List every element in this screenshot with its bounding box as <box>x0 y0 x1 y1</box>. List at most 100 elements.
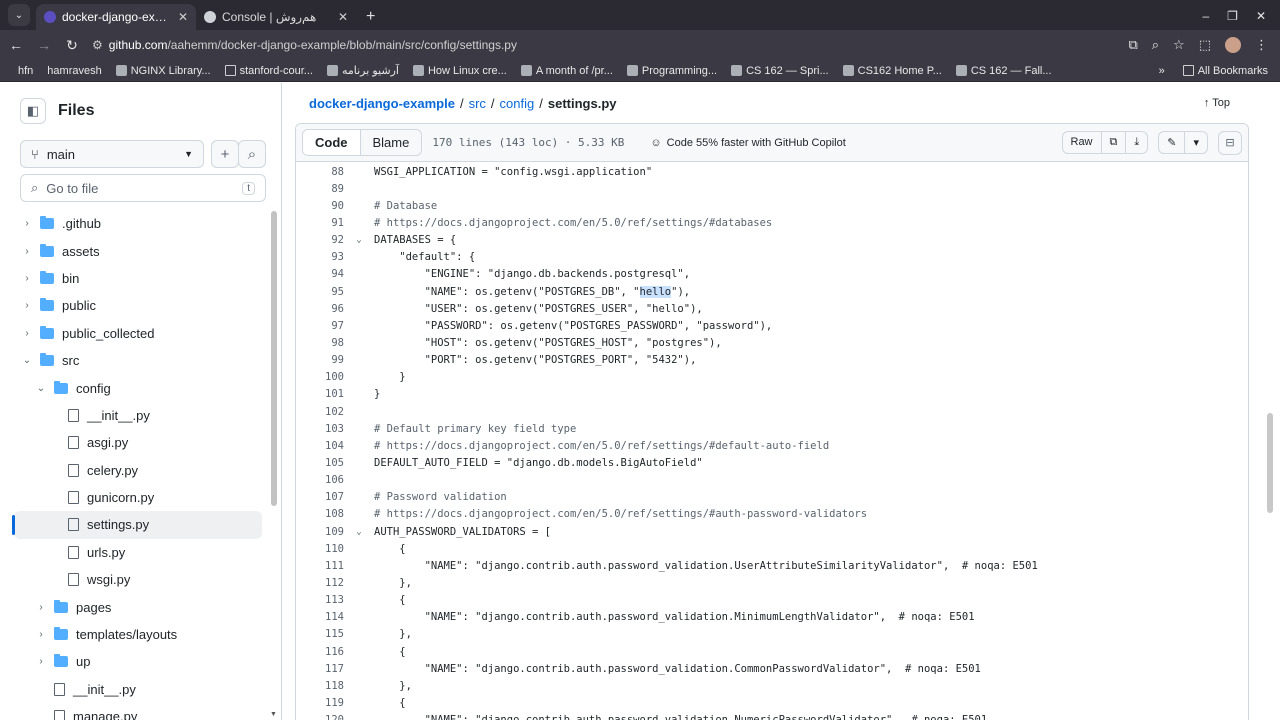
line-number[interactable]: 105 <box>296 457 344 469</box>
tree-file[interactable]: asgi.py <box>14 429 262 456</box>
code-line[interactable]: 90 # Database <box>296 197 1248 214</box>
forward-icon[interactable]: → <box>32 37 56 53</box>
code-line[interactable]: 96 "USER": os.getenv("POSTGRES_USER", "h… <box>296 300 1248 317</box>
line-number[interactable]: 120 <box>296 714 344 720</box>
line-number[interactable]: 96 <box>296 303 344 315</box>
copy-icon[interactable]: ⧉ <box>1102 132 1127 153</box>
collapse-sidebar-button[interactable]: ◧ <box>20 98 46 124</box>
tree-file[interactable]: wsgi.py <box>14 566 262 593</box>
tree-file[interactable]: __init__.py <box>14 402 262 429</box>
bookmark-item[interactable]: CS162 Home P... <box>842 65 942 77</box>
line-number[interactable]: 93 <box>296 251 344 263</box>
bookmark-item[interactable]: stanford-cour... <box>224 65 313 77</box>
line-number[interactable]: 112 <box>296 577 344 589</box>
back-icon[interactable]: ← <box>4 37 28 53</box>
bookmark-item[interactable]: How Linux cre... <box>412 65 507 77</box>
tree-folder[interactable]: ⌄ src <box>14 347 262 374</box>
reload-icon[interactable]: ↻ <box>60 37 84 54</box>
line-number[interactable]: 100 <box>296 371 344 383</box>
code-line[interactable]: 88 WSGI_APPLICATION = "config.wsgi.applic… <box>296 163 1248 180</box>
chevron-down-icon[interactable]: ▾ <box>1185 132 1207 153</box>
line-number[interactable]: 110 <box>296 543 344 555</box>
tree-folder[interactable]: › pages <box>14 593 262 620</box>
code-line[interactable]: 118 }, <box>296 677 1248 694</box>
bookmark-item[interactable]: hfn <box>18 65 33 77</box>
code-line[interactable]: 107 # Password validation <box>296 489 1248 506</box>
line-number[interactable]: 109 <box>296 526 344 538</box>
code-line[interactable]: 105 DEFAULT_AUTO_FIELD = "django.db.model… <box>296 454 1248 471</box>
branch-selector[interactable]: ⑂ main ▼ <box>20 140 204 168</box>
code-line[interactable]: 95 "NAME": os.getenv("POSTGRES_DB", "hel… <box>296 283 1248 300</box>
line-number[interactable]: 117 <box>296 663 344 675</box>
line-number[interactable]: 90 <box>296 200 344 212</box>
new-tab-button[interactable]: + <box>366 8 375 26</box>
line-number[interactable]: 89 <box>296 183 344 195</box>
tree-folder[interactable]: › bin <box>14 265 262 292</box>
minimize-icon[interactable]: – <box>1202 9 1209 23</box>
line-number[interactable]: 103 <box>296 423 344 435</box>
tree-folder[interactable]: › assets <box>14 237 262 264</box>
url-field[interactable]: ⚙ github.com/aahemm/docker-django-exampl… <box>92 38 517 52</box>
code-line[interactable]: 110 { <box>296 540 1248 557</box>
line-number[interactable]: 98 <box>296 337 344 349</box>
scroll-down-arrow-icon[interactable]: ▼ <box>270 711 277 718</box>
code-line[interactable]: 104 # https://docs.djangoproject.com/en/5… <box>296 437 1248 454</box>
line-number[interactable]: 115 <box>296 628 344 640</box>
code-line[interactable]: 91 # https://docs.djangoproject.com/en/5.… <box>296 214 1248 231</box>
tree-file[interactable]: gunicorn.py <box>14 484 262 511</box>
code-line[interactable]: 98 "HOST": os.getenv("POSTGRES_HOST", "p… <box>296 334 1248 351</box>
install-app-icon[interactable]: ⧉ <box>1128 37 1137 53</box>
tree-file[interactable]: __init__.py <box>14 676 262 703</box>
line-number[interactable]: 101 <box>296 388 344 400</box>
tree-folder[interactable]: › up <box>14 648 262 675</box>
code-line[interactable]: 115 }, <box>296 626 1248 643</box>
bookmark-item[interactable]: hamravesh <box>47 65 101 77</box>
chevron-right-icon[interactable]: › <box>22 328 32 339</box>
tree-file[interactable]: celery.py <box>14 457 262 484</box>
code-line[interactable]: 113 { <box>296 592 1248 609</box>
tab-search-menu[interactable]: ⌄ <box>8 4 30 26</box>
line-number[interactable]: 88 <box>296 166 344 178</box>
page-scrollbar[interactable] <box>1267 413 1273 513</box>
line-number[interactable]: 108 <box>296 508 344 520</box>
fold-chevron-icon[interactable]: ⌄ <box>344 527 374 537</box>
tree-file[interactable]: urls.py <box>14 539 262 566</box>
line-number[interactable]: 102 <box>296 406 344 418</box>
code-line[interactable]: 109 ⌄ AUTH_PASSWORD_VALIDATORS = [ <box>296 523 1248 540</box>
all-bookmarks-button[interactable]: All Bookmarks <box>1182 65 1268 77</box>
chevron-right-icon[interactable]: › <box>22 273 32 284</box>
top-link[interactable]: ↑ Top <box>1204 97 1230 109</box>
breadcrumb-src-link[interactable]: src <box>469 96 486 111</box>
close-tab-icon[interactable]: ✕ <box>178 10 188 24</box>
code-line[interactable]: 120 "NAME": "django.contrib.auth.passwor… <box>296 712 1248 720</box>
browser-menu-icon[interactable]: ⋮ <box>1255 37 1268 53</box>
chevron-right-icon[interactable]: › <box>36 602 46 613</box>
code-line[interactable]: 111 "NAME": "django.contrib.auth.passwor… <box>296 557 1248 574</box>
line-number[interactable]: 116 <box>296 646 344 658</box>
code-line[interactable]: 108 # https://docs.djangoproject.com/en/5… <box>296 506 1248 523</box>
tab-github[interactable]: docker-django-example/ ✕ <box>36 4 196 30</box>
extensions-icon[interactable]: ⬚ <box>1199 37 1211 53</box>
chevron-right-icon[interactable]: › <box>36 656 46 667</box>
site-info-icon[interactable]: ⚙ <box>92 38 103 52</box>
restore-icon[interactable]: ❐ <box>1227 9 1238 23</box>
line-number[interactable]: 91 <box>296 217 344 229</box>
code-line[interactable]: 102 <box>296 403 1248 420</box>
code-tab[interactable]: Code <box>303 130 361 155</box>
breadcrumb-config-link[interactable]: config <box>500 96 535 111</box>
chevron-right-icon[interactable]: › <box>22 246 32 257</box>
bookmark-item[interactable]: A month of /pr... <box>520 65 613 77</box>
code-line[interactable]: 100 } <box>296 369 1248 386</box>
bookmark-star-icon[interactable]: ☆ <box>1173 37 1185 53</box>
line-number[interactable]: 92 <box>296 234 344 246</box>
line-number[interactable]: 104 <box>296 440 344 452</box>
code-line[interactable]: 99 "PORT": os.getenv("POSTGRES_PORT", "5… <box>296 352 1248 369</box>
breadcrumb-repo-link[interactable]: docker-django-example <box>309 96 455 111</box>
line-number[interactable]: 111 <box>296 560 344 572</box>
tree-folder[interactable]: › public_collected <box>14 320 262 347</box>
chevron-right-icon[interactable]: › <box>22 218 32 229</box>
tab-console[interactable]: Console | هم‌روش ✕ <box>196 4 356 30</box>
code-line[interactable]: 119 { <box>296 694 1248 711</box>
close-window-icon[interactable]: ✕ <box>1256 9 1266 23</box>
blame-tab[interactable]: Blame <box>360 130 422 155</box>
